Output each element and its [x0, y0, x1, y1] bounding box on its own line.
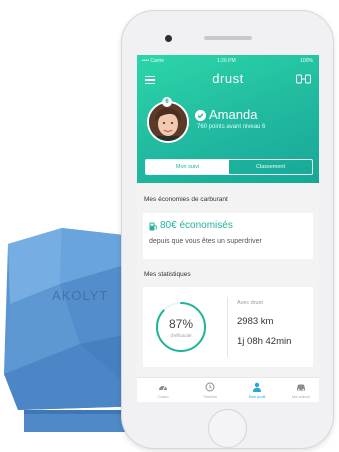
- gauge-icon: [159, 386, 167, 391]
- statistics-card[interactable]: 87% d'efficacité Avec drust 2983 km 1j 0…: [143, 287, 313, 367]
- app-screen: •••• Carrie 1:26 PM 100% drust 6 Amanda …: [137, 55, 319, 402]
- savings-description: depuis que vous êtes un superdriver: [149, 238, 262, 245]
- speaker-grille: [204, 36, 252, 40]
- profile-photo: [149, 103, 187, 141]
- user-name: Amanda: [209, 107, 258, 122]
- efficiency-value: 87%: [168, 317, 194, 331]
- history-icon: [205, 382, 215, 392]
- camera-icon: [165, 35, 172, 42]
- nav-label-profile: Mon profil: [248, 395, 266, 399]
- stats-divider: [227, 297, 228, 357]
- savings-amount: 80€ économisés: [160, 220, 233, 231]
- stats-heading: Avec drust: [237, 300, 263, 306]
- app-header: •••• Carrie 1:26 PM 100% drust 6 Amanda …: [137, 55, 319, 183]
- carrier-text: •••• Carrie: [142, 58, 165, 64]
- app-title: drust: [212, 71, 244, 86]
- duration-value: 1j 08h 42min: [237, 336, 292, 347]
- phone-frame: •••• Carrie 1:26 PM 100% drust 6 Amanda …: [121, 10, 334, 449]
- nav-item-profile[interactable]: Mon profil: [239, 378, 275, 402]
- nav-label-car: Ma voiture: [292, 395, 310, 399]
- battery-text: 100%: [300, 58, 313, 64]
- nav-item-timeline[interactable]: Timeline: [192, 378, 228, 402]
- tab-mon-suivi[interactable]: Mon suivi: [146, 160, 229, 174]
- nav-item-coach[interactable]: Coach: [145, 378, 181, 402]
- fuel-pump-icon: [149, 222, 157, 231]
- car-icon: [297, 384, 305, 391]
- status-bar: •••• Carrie 1:26 PM 100%: [137, 58, 319, 66]
- home-button[interactable]: [208, 409, 247, 448]
- menu-icon[interactable]: [145, 76, 155, 85]
- statistics-title: Mes statistiques: [144, 271, 191, 278]
- device-brand-label: AKOLYT: [52, 288, 109, 303]
- person-icon: [253, 382, 261, 392]
- efficiency-label: d'efficacité: [170, 333, 192, 338]
- tab-bar: Mon suivi Classement: [145, 159, 313, 175]
- nav-item-car[interactable]: Ma voiture: [283, 378, 319, 402]
- points-to-next-level: 760 points avant niveau 6: [197, 124, 266, 130]
- fuel-savings-title: Mes économies de carburant: [144, 196, 228, 203]
- avatar[interactable]: [147, 101, 189, 143]
- clock-text: 1:26 PM: [217, 58, 236, 64]
- tab-classement[interactable]: Classement: [229, 160, 312, 174]
- distance-value: 2983 km: [237, 316, 274, 327]
- check-icon: [195, 110, 206, 121]
- level-badge: 6: [162, 97, 172, 107]
- nav-label-coach: Coach: [157, 395, 169, 399]
- nav-label-timeline: Timeline: [202, 395, 218, 399]
- connect-device-icon[interactable]: [296, 74, 311, 85]
- bottom-navigation: Coach Timeline Mon profil Ma voiture: [137, 377, 319, 402]
- fuel-savings-card[interactable]: 80€ économisés depuis que vous êtes un s…: [143, 213, 313, 259]
